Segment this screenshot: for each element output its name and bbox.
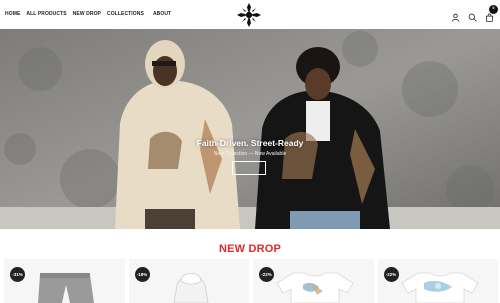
user-icon[interactable] [451, 9, 460, 22]
nav-all-products[interactable]: ALL PRODUCTS [26, 11, 66, 17]
graphic-tee-image [400, 272, 479, 303]
discount-badge: -31% [10, 267, 25, 282]
nav-new-drop[interactable]: NEW DROP [73, 11, 101, 17]
hero-image [0, 29, 500, 229]
sweatpants-image [38, 273, 94, 303]
graphic-tee-image [276, 272, 354, 303]
header-icons: 0 [451, 5, 498, 22]
product-card[interactable]: -31% [4, 259, 125, 303]
section-title: NEW DROP [218, 243, 282, 255]
main-nav: HOME ALL PRODUCTS NEW DROP COLLECTIONS A… [5, 11, 171, 17]
nav-collections[interactable]: COLLECTIONS [107, 11, 144, 17]
discount-badge: -18% [134, 267, 150, 282]
shop-now-button[interactable] [232, 161, 266, 175]
hero-banner: Faith-Driven. Street-Ready New Collectio… [0, 29, 500, 229]
cross-emblem-logo[interactable] [236, 2, 262, 28]
product-card[interactable]: -22% [253, 259, 374, 303]
hero-subtitle: New Collection — Now Available [213, 151, 287, 157]
discount-badge: -22% [383, 267, 399, 282]
product-grid: -31% -18% -22% -22% [4, 259, 498, 303]
product-card[interactable]: -22% [377, 259, 498, 303]
hero-title: Faith-Driven. Street-Ready [196, 138, 304, 148]
cart-icon[interactable]: 0 [485, 5, 498, 22]
site-header: HOME ALL PRODUCTS NEW DROP COLLECTIONS A… [0, 0, 500, 29]
discount-badge: -22% [259, 267, 274, 282]
search-icon[interactable] [468, 9, 477, 22]
nav-about[interactable]: ABOUT [153, 11, 171, 17]
cart-count-badge: 0 [489, 5, 498, 14]
nav-home[interactable]: HOME [5, 11, 20, 17]
product-card[interactable]: -18% [128, 259, 249, 303]
hoodie-image [173, 273, 208, 303]
